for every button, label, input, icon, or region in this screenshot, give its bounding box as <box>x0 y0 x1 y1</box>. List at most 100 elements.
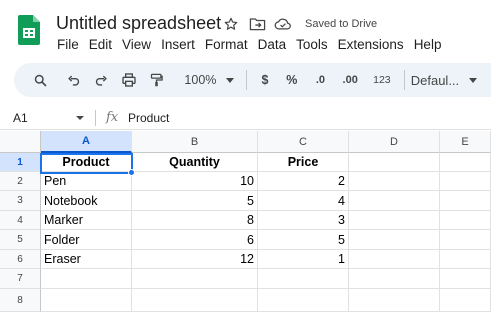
title-bar: Untitled spreadsheet Saved to Drive File… <box>0 0 491 60</box>
toolbar-divider <box>403 70 405 90</box>
star-icon[interactable] <box>222 15 240 33</box>
cell-a2[interactable]: Pen <box>41 172 132 191</box>
cell-a8[interactable] <box>41 289 132 312</box>
decrease-decimal-label: .0 <box>315 74 326 86</box>
row-header-8[interactable]: 8 <box>0 289 41 312</box>
decrease-decimal-button[interactable]: .0 <box>307 68 335 92</box>
menu-file[interactable]: File <box>52 37 84 52</box>
redo-icon[interactable] <box>88 68 116 92</box>
cell-b7[interactable] <box>132 269 258 289</box>
menu-extensions[interactable]: Extensions <box>333 37 409 52</box>
menu-data[interactable]: Data <box>253 37 292 52</box>
chevron-down-icon <box>469 77 478 83</box>
cell-a7[interactable] <box>41 269 132 289</box>
menu-format[interactable]: Format <box>200 37 253 52</box>
cell-a4[interactable]: Marker <box>41 211 132 230</box>
cell-e3[interactable] <box>440 191 491 211</box>
cell-e6[interactable] <box>440 250 491 269</box>
row-header-3[interactable]: 3 <box>0 191 41 211</box>
title-actions <box>222 15 292 33</box>
menu-insert[interactable]: Insert <box>156 37 200 52</box>
formula-input[interactable]: Product <box>128 111 169 125</box>
increase-decimal-label: .00 <box>342 74 358 86</box>
cloud-saved-icon[interactable] <box>274 15 292 33</box>
row-header-6[interactable]: 6 <box>0 250 41 269</box>
cell-a6[interactable]: Eraser <box>41 250 132 269</box>
column-header-c[interactable]: C <box>258 131 349 153</box>
cell-d4[interactable] <box>349 211 440 230</box>
chevron-down-icon <box>226 77 235 83</box>
toolbar: 100% $ % .0 .00 123 Defaul... <box>14 63 491 97</box>
column-header-b[interactable]: B <box>132 131 258 153</box>
row-header-4[interactable]: 4 <box>0 211 41 230</box>
cell-d3[interactable] <box>349 191 440 211</box>
zoom-value: 100% <box>184 73 217 87</box>
cell-d7[interactable] <box>349 269 440 289</box>
menu-tools[interactable]: Tools <box>291 37 333 52</box>
move-to-folder-icon[interactable] <box>248 15 266 33</box>
cell-a5[interactable]: Folder <box>41 230 132 250</box>
column-header-a[interactable]: A <box>41 131 132 153</box>
cell-e2[interactable] <box>440 172 491 191</box>
select-all-corner[interactable] <box>0 131 41 153</box>
cell-d2[interactable] <box>349 172 440 191</box>
cell-b8[interactable] <box>132 289 258 312</box>
row-header-5[interactable]: 5 <box>0 230 41 250</box>
paint-format-icon[interactable] <box>143 68 171 92</box>
cell-e5[interactable] <box>440 230 491 250</box>
cell-d1[interactable] <box>349 153 440 172</box>
cell-c1[interactable]: Price <box>258 153 349 172</box>
column-header-e[interactable]: E <box>440 131 491 153</box>
cell-c4[interactable]: 3 <box>258 211 349 230</box>
print-icon[interactable] <box>115 68 143 92</box>
cell-c2[interactable]: 2 <box>258 172 349 191</box>
font-select-value: Defaul... <box>410 72 460 88</box>
formula-divider <box>95 110 96 126</box>
row-header-7[interactable]: 7 <box>0 269 41 289</box>
cell-b2[interactable]: 10 <box>132 172 258 191</box>
cell-e8[interactable] <box>440 289 491 312</box>
cell-e4[interactable] <box>440 211 491 230</box>
spreadsheet-grid: A B C D E 1 2 3 4 5 6 7 8 Product Quanti… <box>0 131 491 312</box>
row-header-1[interactable]: 1 <box>0 153 41 172</box>
percent-format-button[interactable]: % <box>277 68 307 92</box>
cell-e7[interactable] <box>440 269 491 289</box>
formula-bar: A1 fx Product <box>0 106 491 130</box>
menu-help[interactable]: Help <box>409 37 447 52</box>
column-header-d[interactable]: D <box>349 131 440 153</box>
cell-b5[interactable]: 6 <box>132 230 258 250</box>
more-formats-button[interactable]: 123 <box>366 68 398 92</box>
sheets-logo-icon[interactable] <box>18 15 40 45</box>
chevron-down-icon[interactable] <box>76 116 84 120</box>
fill-handle[interactable] <box>128 169 135 176</box>
increase-decimal-button[interactable]: .00 <box>334 68 366 92</box>
menu-edit[interactable]: Edit <box>84 37 117 52</box>
font-select[interactable]: Defaul... <box>411 68 491 92</box>
cell-b6[interactable]: 12 <box>132 250 258 269</box>
document-title[interactable]: Untitled spreadsheet <box>56 13 221 34</box>
toolbar-divider <box>246 70 248 90</box>
cell-c8[interactable] <box>258 289 349 312</box>
cell-c3[interactable]: 4 <box>258 191 349 211</box>
row-header-2[interactable]: 2 <box>0 172 41 191</box>
currency-format-button[interactable]: $ <box>253 68 277 92</box>
cell-a1[interactable]: Product <box>41 153 132 172</box>
cell-c5[interactable]: 5 <box>258 230 349 250</box>
menu-view[interactable]: View <box>117 37 156 52</box>
cell-d5[interactable] <box>349 230 440 250</box>
menu-bar: File Edit View Insert Format Data Tools … <box>52 37 446 52</box>
cell-c7[interactable] <box>258 269 349 289</box>
search-menus-icon[interactable] <box>28 68 54 92</box>
zoom-select[interactable]: 100% <box>179 68 240 92</box>
cell-b4[interactable]: 8 <box>132 211 258 230</box>
cell-c6[interactable]: 1 <box>258 250 349 269</box>
save-status: Saved to Drive <box>305 18 378 30</box>
cell-d6[interactable] <box>349 250 440 269</box>
cell-b1[interactable]: Quantity <box>132 153 258 172</box>
undo-icon[interactable] <box>60 68 88 92</box>
cell-a3[interactable]: Notebook <box>41 191 132 211</box>
name-box[interactable]: A1 <box>13 111 28 125</box>
cell-b3[interactable]: 5 <box>132 191 258 211</box>
cell-d8[interactable] <box>349 289 440 312</box>
cell-e1[interactable] <box>440 153 491 172</box>
